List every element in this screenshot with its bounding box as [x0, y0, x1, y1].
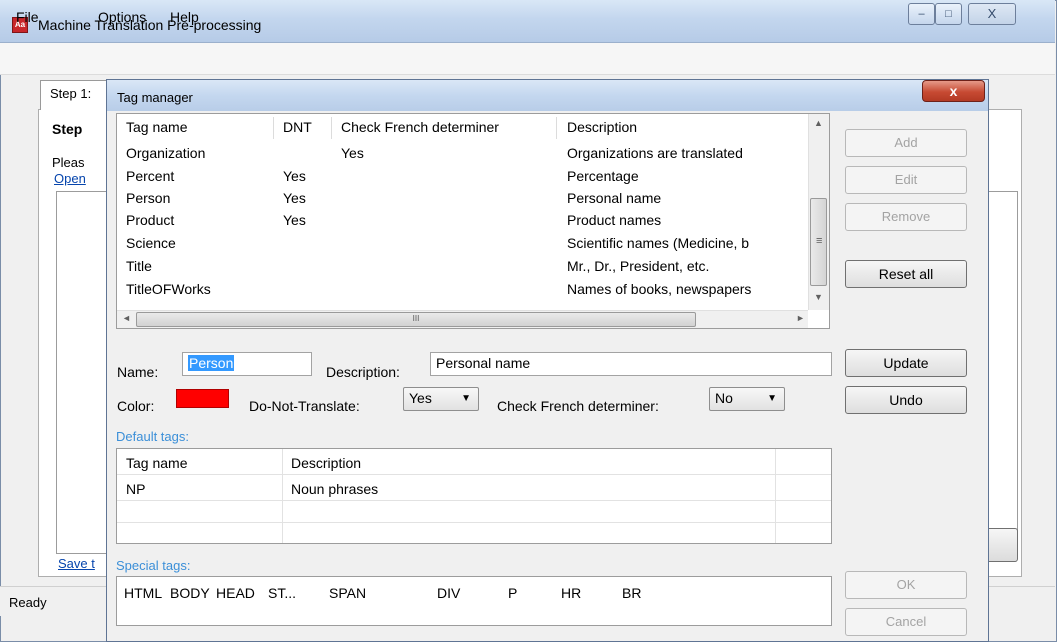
- default-col-tag-name[interactable]: Tag name: [126, 455, 187, 471]
- dialog-titlebar[interactable]: [107, 80, 988, 111]
- special-tags-box[interactable]: [116, 576, 832, 626]
- grid-column-line: [282, 449, 283, 543]
- row-name[interactable]: Person: [126, 190, 170, 206]
- dialog-title: Tag manager: [117, 90, 193, 105]
- special-tag-item[interactable]: ST...: [268, 585, 296, 601]
- chevron-down-icon: ▼: [767, 393, 777, 404]
- row-name[interactable]: Percent: [126, 168, 174, 184]
- default-tags-label: Default tags:: [116, 429, 189, 444]
- col-header-tag-name[interactable]: Tag name: [126, 119, 187, 135]
- french-determiner-select[interactable]: No ▼: [709, 387, 785, 411]
- menu-help[interactable]: Help: [170, 9, 199, 25]
- col-header-description[interactable]: Description: [567, 119, 637, 135]
- special-tag-item[interactable]: BR: [622, 585, 641, 601]
- description-label: Description:: [326, 364, 400, 380]
- row-dnt: Yes: [283, 212, 306, 228]
- close-window-button[interactable]: X: [968, 3, 1016, 25]
- default-col-description[interactable]: Description: [291, 455, 361, 471]
- row-description: Scientific names (Medicine, b: [567, 235, 750, 251]
- grid-row-line: [117, 500, 831, 501]
- name-input[interactable]: Person: [182, 352, 312, 376]
- name-label: Name:: [117, 364, 159, 380]
- horizontal-scroll-thumb[interactable]: III: [136, 312, 696, 327]
- tab-step-1-label: Step 1:: [50, 86, 92, 101]
- row-description: Organizations are translated: [567, 145, 743, 161]
- status-text: Ready: [9, 595, 47, 610]
- name-input-value: Person: [188, 355, 235, 371]
- grid-header-line: [117, 474, 831, 475]
- grid-column-line: [775, 449, 776, 543]
- special-tag-item[interactable]: P: [508, 585, 517, 601]
- special-tag-item[interactable]: HR: [561, 585, 581, 601]
- row-dnt: Yes: [283, 190, 306, 206]
- window-title: Machine Translation Pre-processing: [38, 17, 262, 33]
- special-tag-item[interactable]: SPAN: [329, 585, 366, 601]
- maximize-button[interactable]: □: [935, 3, 962, 25]
- scroll-thumb-grip-icon: ≡: [816, 235, 823, 247]
- chevron-down-icon: ▼: [461, 393, 471, 404]
- color-swatch[interactable]: [176, 389, 229, 408]
- grid-row-line: [117, 522, 831, 523]
- row-check-french: Yes: [341, 145, 364, 161]
- row-description: Names of books, newspapers: [567, 281, 752, 297]
- minimize-button[interactable]: –: [908, 3, 935, 25]
- default-row-name[interactable]: NP: [126, 481, 145, 497]
- dnt-label: Do-Not-Translate:: [249, 398, 360, 414]
- step-heading: Step: [52, 121, 83, 137]
- edit-button[interactable]: Edit: [845, 166, 967, 194]
- dialog-close-button[interactable]: x: [922, 80, 985, 102]
- column-divider[interactable]: [273, 117, 274, 139]
- special-tag-item[interactable]: BODY: [170, 585, 210, 601]
- default-row-description[interactable]: Noun phrases: [291, 481, 378, 497]
- scroll-up-icon[interactable]: ▲: [814, 118, 823, 128]
- menu-bar: [0, 43, 1055, 75]
- column-divider[interactable]: [556, 117, 557, 139]
- col-header-check-french[interactable]: Check French determiner: [341, 119, 499, 135]
- reset-all-button[interactable]: Reset all: [845, 260, 967, 288]
- row-name[interactable]: TitleOFWorks: [126, 281, 211, 297]
- description-input[interactable]: Personal name: [430, 352, 832, 376]
- scroll-right-icon[interactable]: ►: [796, 313, 805, 323]
- special-tag-item[interactable]: DIV: [437, 585, 460, 601]
- dnt-select-value: Yes: [409, 390, 432, 406]
- french-select-value: No: [715, 390, 733, 406]
- special-tag-item[interactable]: HEAD: [216, 585, 255, 601]
- french-determiner-label: Check French determiner:: [497, 398, 659, 414]
- special-tags-label: Special tags:: [116, 558, 191, 573]
- row-description: Product names: [567, 212, 662, 228]
- row-description: Percentage: [567, 168, 639, 184]
- instruction-text: Pleas: [52, 155, 85, 170]
- row-dnt: Yes: [283, 168, 306, 184]
- row-name[interactable]: Title: [126, 258, 152, 274]
- scroll-down-icon[interactable]: ▼: [814, 292, 823, 302]
- ok-button[interactable]: OK: [845, 571, 967, 599]
- cancel-button[interactable]: Cancel: [845, 608, 967, 636]
- save-link[interactable]: Save t: [58, 556, 95, 571]
- open-link[interactable]: Open: [54, 171, 86, 186]
- row-name[interactable]: Organization: [126, 145, 205, 161]
- add-button[interactable]: Add: [845, 129, 967, 157]
- color-label: Color:: [117, 398, 155, 414]
- row-name[interactable]: Science: [126, 235, 176, 251]
- col-header-dnt[interactable]: DNT: [283, 119, 312, 135]
- row-description: Mr., Dr., President, etc.: [567, 258, 710, 274]
- scroll-left-icon[interactable]: ◄: [122, 313, 131, 323]
- default-tags-grid[interactable]: [116, 448, 832, 544]
- dnt-select[interactable]: Yes ▼: [403, 387, 479, 411]
- update-button[interactable]: Update: [845, 349, 967, 377]
- undo-button[interactable]: Undo: [845, 386, 967, 414]
- row-description: Personal name: [567, 190, 662, 206]
- row-name[interactable]: Product: [126, 212, 174, 228]
- menu-options[interactable]: Options: [98, 9, 146, 25]
- column-divider[interactable]: [331, 117, 332, 139]
- remove-button[interactable]: Remove: [845, 203, 967, 231]
- special-tag-item[interactable]: HTML: [124, 585, 162, 601]
- menu-file[interactable]: File: [16, 9, 39, 25]
